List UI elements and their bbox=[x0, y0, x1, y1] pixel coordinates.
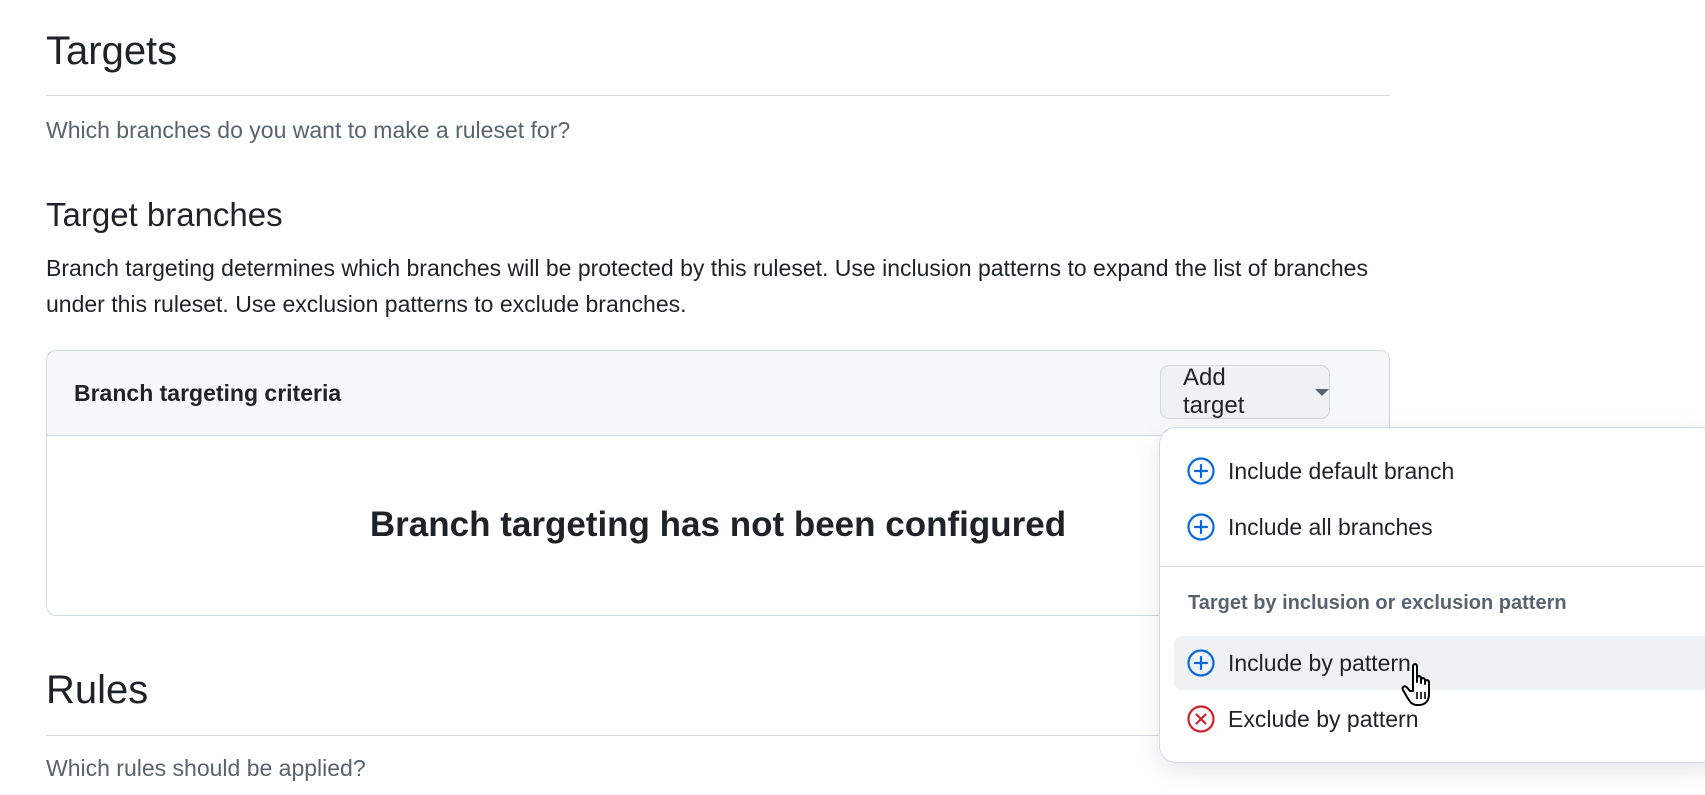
menu-item-label: Include default branch bbox=[1228, 457, 1455, 484]
add-target-dropdown: Include default branch Include all branc… bbox=[1160, 428, 1705, 762]
empty-state-message: Branch targeting has not been configured bbox=[369, 505, 1067, 544]
criteria-title: Branch targeting criteria bbox=[74, 380, 342, 406]
add-target-label: Add target bbox=[1183, 364, 1245, 419]
plus-circle-icon bbox=[1187, 513, 1215, 541]
target-branches-description: Branch targeting determines which branch… bbox=[46, 255, 1368, 317]
menu-item-include-default-branch[interactable]: Include default branch bbox=[1174, 444, 1705, 498]
menu-item-label: Include all branches bbox=[1228, 513, 1433, 540]
add-target-button[interactable]: Add target bbox=[1160, 364, 1330, 419]
chevron-down-icon bbox=[1315, 388, 1329, 396]
targets-heading: Targets bbox=[46, 29, 178, 73]
menu-item-label: Include by pattern bbox=[1228, 649, 1411, 676]
plus-circle-icon bbox=[1187, 457, 1215, 485]
targets-divider bbox=[46, 95, 1390, 96]
rules-heading: Rules bbox=[46, 668, 149, 712]
rules-description: Which rules should be applied? bbox=[46, 755, 366, 781]
menu-group-heading: Target by inclusion or exclusion pattern bbox=[1188, 592, 1567, 614]
target-branches-heading: Target branches bbox=[46, 196, 283, 233]
x-circle-icon bbox=[1187, 705, 1215, 733]
menu-divider bbox=[1160, 566, 1705, 567]
criteria-header: Branch targeting criteria Add target bbox=[47, 351, 1389, 436]
targets-description: Which branches do you want to make a rul… bbox=[46, 117, 571, 143]
menu-item-include-by-pattern[interactable]: Include by pattern bbox=[1174, 636, 1705, 690]
menu-item-include-all-branches[interactable]: Include all branches bbox=[1174, 500, 1705, 554]
ruleset-page: Targets Which branches do you want to ma… bbox=[0, 0, 1705, 795]
menu-item-label: Exclude by pattern bbox=[1228, 705, 1419, 732]
plus-circle-icon bbox=[1187, 649, 1215, 677]
menu-item-exclude-by-pattern[interactable]: Exclude by pattern bbox=[1174, 692, 1705, 746]
